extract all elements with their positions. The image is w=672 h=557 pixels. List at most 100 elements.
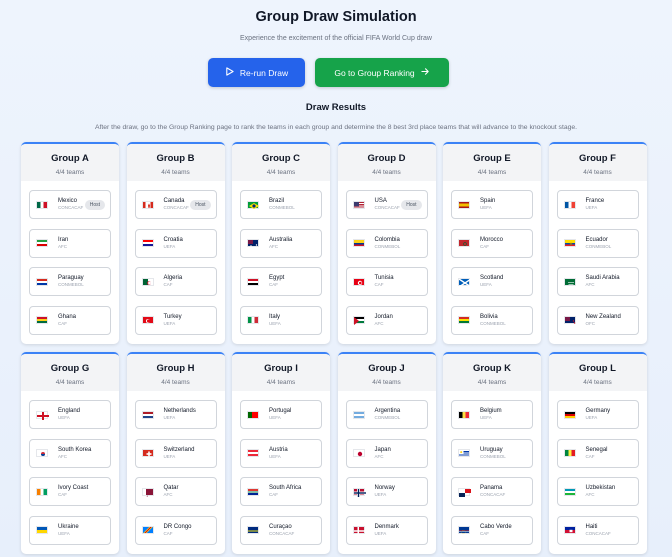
team-confederation: UEFA: [163, 243, 176, 249]
team-confederation: CAF: [269, 492, 278, 498]
team-card-ivory-coast[interactable]: Ivory Coast CAF: [29, 477, 111, 506]
team-card-uruguay[interactable]: Uruguay CONMEBOL: [451, 438, 533, 468]
rerun-draw-button[interactable]: Re-run Draw: [208, 58, 305, 87]
tunisia-flag-icon: [352, 277, 365, 286]
team-card-dr-congo[interactable]: DR Congo CAF: [134, 515, 217, 545]
team-card-ghana[interactable]: Ghana CAF: [29, 305, 111, 335]
team-name: Austria: [269, 446, 288, 453]
team-card-paraguay[interactable]: Paraguay CONMEBOL: [29, 267, 111, 296]
go-to-group-ranking-button[interactable]: Go to Group Ranking: [315, 58, 449, 87]
team-name: Uzbekistan: [585, 485, 616, 492]
team-name: Denmark: [374, 523, 399, 530]
team-name: Switzerland: [163, 446, 195, 453]
team-card-colombia[interactable]: Colombia CONMEBOL: [345, 228, 428, 258]
team-card-austria[interactable]: Austria UEFA: [240, 438, 322, 468]
team-card-scotland[interactable]: Scotland UEFA: [451, 267, 533, 296]
team-card-england[interactable]: England UEFA: [29, 400, 111, 429]
page-title: Group Draw Simulation: [255, 9, 417, 25]
team-card-netherlands[interactable]: Netherlands UEFA: [134, 400, 217, 429]
team-confederation: CAF: [58, 492, 67, 498]
group-team-count: 4/4 teams: [55, 379, 85, 386]
team-card-japan[interactable]: Japan AFC: [345, 438, 428, 468]
ecuador-flag-icon: [563, 239, 576, 247]
team-card-italy[interactable]: Italy UEFA: [240, 305, 322, 335]
group-name: Group J: [368, 363, 405, 374]
group-k-card: Group K 4/4 teams Belgium UEFA Uruguay CONMEB…: [443, 352, 541, 554]
team-card-usa[interactable]: USA CONCACAF Host: [345, 190, 428, 219]
iran-flag-icon: [36, 239, 48, 247]
team-card-morocco[interactable]: Morocco CAF: [451, 228, 533, 258]
team-card-south-korea[interactable]: South Korea AFC: [29, 438, 111, 468]
team-confederation: CONMEBOL: [269, 205, 295, 211]
team-info: Netherlands UEFA: [164, 408, 196, 421]
team-card-uzbekistan[interactable]: Uzbekistan AFC: [556, 477, 639, 506]
team-card-algeria[interactable]: Algeria CAF: [134, 267, 217, 296]
team-info: Egypt CAF: [269, 275, 284, 288]
team-info: Portugal UEFA: [269, 408, 291, 421]
saudi-flag-icon: [563, 277, 576, 286]
team-confederation: UEFA: [269, 453, 281, 459]
team-card-argentina[interactable]: Argentina CONMEBOL: [345, 400, 428, 429]
team-confederation: CONMEBOL: [374, 243, 401, 249]
draw-results-title: Draw Results: [305, 102, 367, 113]
team-info: Switzerland UEFA: [164, 447, 195, 460]
team-card-spain[interactable]: Spain UEFA: [451, 190, 533, 219]
team-info: Saudi Arabia AFC: [586, 275, 620, 288]
team-card-norway[interactable]: Norway UEFA: [345, 477, 428, 506]
team-card-canada[interactable]: Canada CONCACAF Host: [134, 190, 217, 219]
team-card-iran[interactable]: Iran AFC: [29, 228, 111, 258]
group-header: Group F 4/4 teams: [548, 144, 647, 181]
team-card-panama[interactable]: Panama CONCACAF: [451, 477, 533, 506]
team-card-australia[interactable]: Australia AFC: [240, 228, 322, 258]
team-info: Mexico CONCACAF: [58, 198, 83, 211]
team-card-new-zealand[interactable]: New Zealand OFC: [556, 305, 639, 335]
team-card-switzerland[interactable]: Switzerland UEFA: [134, 438, 217, 468]
group-name: Group E: [473, 153, 511, 164]
team-card-croatia[interactable]: Croatia UEFA: [134, 228, 217, 258]
belgium-flag-icon: [458, 410, 470, 419]
team-card-brazil[interactable]: Brazil CONMEBOL: [240, 190, 322, 219]
team-info: Morocco CAF: [480, 237, 503, 250]
team-confederation: UEFA: [163, 320, 176, 326]
team-name: Germany: [585, 408, 611, 415]
team-info: Denmark UEFA: [375, 524, 399, 537]
team-card-jordan[interactable]: Jordan AFC: [345, 305, 428, 335]
argentina-flag-icon: [352, 410, 365, 419]
team-card-egypt[interactable]: Egypt CAF: [240, 267, 322, 296]
team-name: USA: [374, 198, 387, 205]
team-name: Paraguay: [58, 275, 84, 282]
team-name: Saudi Arabia: [585, 275, 620, 282]
team-card-senegal[interactable]: Senegal CAF: [556, 438, 639, 468]
team-info: France UEFA: [586, 198, 605, 211]
team-confederation: UEFA: [480, 205, 492, 211]
team-card-haiti[interactable]: Haiti CONCACAF: [556, 515, 639, 545]
team-info: Australia AFC: [269, 237, 292, 250]
group-g-card: Group G 4/4 teams England UEFA South Korea AF…: [21, 352, 119, 554]
team-card-cabo-verde[interactable]: Cabo Verde CAF: [451, 515, 533, 545]
team-card-belgium[interactable]: Belgium UEFA: [451, 400, 533, 429]
rerun-draw-label: Re-run Draw: [239, 67, 289, 78]
team-card-tunisia[interactable]: Tunisia CAF: [345, 267, 428, 296]
team-card-mexico[interactable]: Mexico CONCACAF Host: [29, 190, 111, 219]
group-ranking-label: Go to Group Ranking: [334, 67, 415, 78]
team-card-qatar[interactable]: Qatar AFC: [134, 477, 217, 506]
group-team-count: 4/4 teams: [477, 169, 507, 176]
team-card-cura-ao[interactable]: Curaçao CONCACAF: [240, 515, 322, 545]
team-confederation: CAF: [163, 282, 173, 288]
australia-flag-icon: [247, 239, 259, 247]
team-card-turkey[interactable]: Turkey UEFA: [134, 305, 217, 335]
team-name: Portugal: [269, 408, 292, 415]
team-card-denmark[interactable]: Denmark UEFA: [345, 515, 428, 545]
team-name: Ecuador: [585, 236, 608, 243]
team-card-germany[interactable]: Germany UEFA: [556, 400, 639, 429]
team-card-ecuador[interactable]: Ecuador CONMEBOL: [556, 228, 639, 258]
team-info: Paraguay CONMEBOL: [58, 275, 84, 288]
team-card-ukraine[interactable]: Ukraine UEFA: [29, 515, 111, 545]
team-card-france[interactable]: France UEFA: [556, 190, 639, 219]
team-card-portugal[interactable]: Portugal UEFA: [240, 400, 322, 429]
team-card-south-africa[interactable]: South Africa CAF: [240, 477, 322, 506]
bolivia-flag-icon: [458, 316, 470, 324]
team-card-saudi-arabia[interactable]: Saudi Arabia AFC: [556, 267, 639, 296]
team-card-bolivia[interactable]: Bolivia CONMEBOL: [451, 305, 533, 335]
team-info: Haiti CONCACAF: [586, 524, 611, 537]
